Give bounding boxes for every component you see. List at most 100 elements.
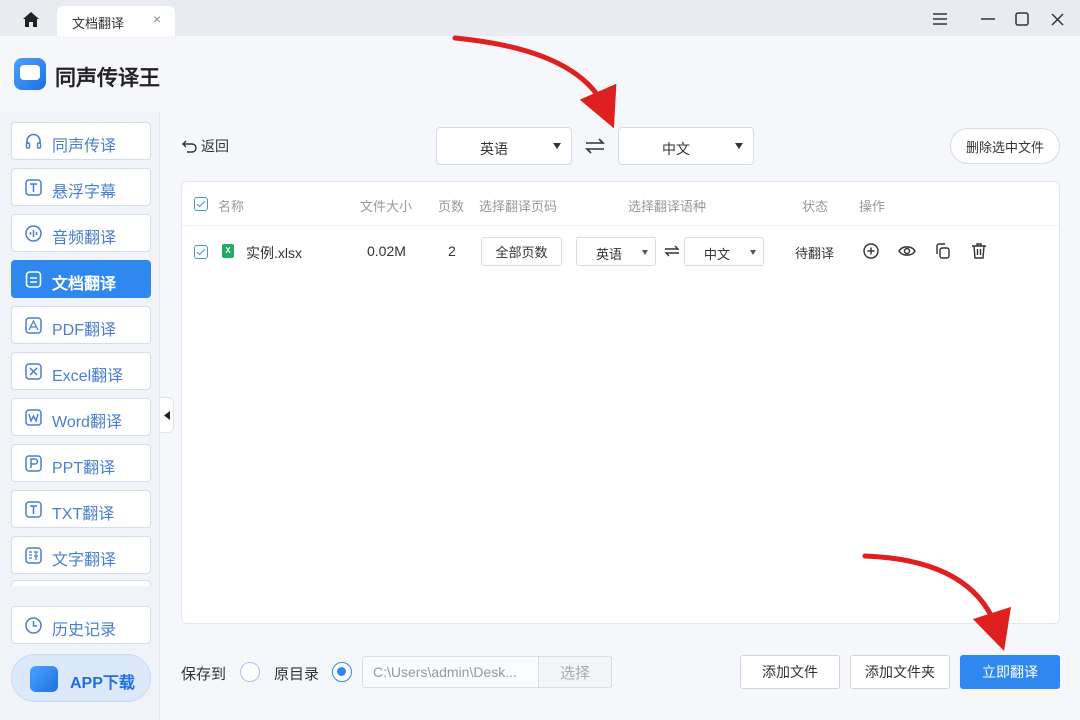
sidebar-item-label: PDF翻译 [52,322,117,339]
sidebar-item-document-translate[interactable]: 文档翻译 [11,260,151,298]
sidebar-item-label: 同声传译 [52,138,117,155]
header-size: 文件大小 [360,199,413,214]
translate-now-button[interactable]: 立即翻译 [960,655,1060,689]
sidebar-item-word-translate[interactable]: Word翻译 [11,398,151,436]
maximize-icon [1015,12,1029,26]
tab-close-icon[interactable]: × [153,11,161,27]
text-translate-icon [25,547,42,564]
add-folder-button[interactable]: 添加文件夹 [850,655,950,689]
excel-icon [25,363,42,380]
row-checkbox[interactable] [194,245,208,259]
sidebar-item-history[interactable]: 历史记录 [11,606,151,644]
sidebar-item-floating-subtitle[interactable]: 悬浮字幕 [11,168,151,206]
sidebar-item-excel-translate[interactable]: Excel翻译 [11,352,151,390]
pdf-icon [25,317,42,334]
chevron-left-icon [163,410,170,420]
header-select-language: 选择翻译语种 [628,199,707,214]
add-file-button[interactable]: 添加文件 [740,655,840,689]
app-download-button[interactable]: APP下载 [11,654,151,702]
copy-icon[interactable] [934,242,952,260]
sidebar: 同声传译 悬浮字幕 音频翻译 文档翻译 PDF翻译 Excel翻译 Word翻译… [0,112,160,720]
history-clock-icon [25,617,42,634]
home-icon [23,11,39,27]
file-list-panel: 名称 文件大小 页数 选择翻译页码 选择翻译语种 状态 操作 X 实例.xlsx… [181,181,1060,624]
sidebar-collapse-handle[interactable] [160,397,174,433]
app-download-logo-icon [30,666,58,692]
sidebar-item-label: 文字翻译 [52,552,117,569]
menu-button[interactable] [929,8,951,30]
row-target-language-select[interactable]: 中文 [684,237,764,266]
menu-icon [933,13,947,25]
row-source-language-select[interactable]: 英语 [576,237,656,266]
ppt-icon [25,455,42,472]
sidebar-item-audio-translate[interactable]: 音频翻译 [11,214,151,252]
caret-down-icon [735,143,743,149]
delete-selected-files-button[interactable]: 删除选中文件 [950,128,1060,164]
row-swap-languages-icon[interactable] [664,243,680,259]
tab-label: 文档翻译 [72,16,125,31]
preview-eye-icon[interactable] [898,242,916,260]
sidebar-item-label: 悬浮字幕 [52,184,117,201]
file-size: 0.02M [367,243,406,259]
word-icon [25,409,42,426]
header-select-pages: 选择翻译页码 [479,199,558,214]
file-name: 实例.xlsx [246,245,302,261]
table-header: 名称 文件大小 页数 选择翻译页码 选择翻译语种 状态 操作 [182,182,1059,226]
sidebar-item-pdf-translate[interactable]: PDF翻译 [11,306,151,344]
sidebar-item-text-translate[interactable]: 文字翻译 [11,536,151,574]
document-icon [25,271,42,288]
header-actions: 操作 [859,199,886,214]
close-icon [1050,12,1064,26]
app-title: 同声传译王 [55,67,160,90]
audio-wave-icon [25,225,42,242]
choose-folder-button[interactable]: 选择 [538,656,612,688]
sidebar-item-label: Word翻译 [52,414,122,431]
txt-icon [25,501,42,518]
maximize-button[interactable] [1011,8,1033,30]
sidebar-scroll-hint [11,580,151,586]
sidebar-item-txt-translate[interactable]: TXT翻译 [11,490,151,528]
page-range-button[interactable]: 全部页数 [481,237,562,266]
header-name: 名称 [218,199,245,214]
subtitle-icon [25,179,42,196]
add-circle-icon[interactable] [862,242,880,260]
target-language-value: 中文 [662,141,690,157]
file-pages: 2 [448,243,456,259]
header-pages: 页数 [438,199,465,214]
target-language-select[interactable]: 中文 [618,127,754,165]
home-button[interactable] [14,6,48,32]
caret-down-icon [642,250,648,255]
sidebar-item-label: Excel翻译 [52,368,124,385]
sidebar-item-label: 历史记录 [52,622,117,639]
save-to-label: 保存到 [181,666,227,683]
source-language-select[interactable]: 英语 [436,127,572,165]
minimize-button[interactable] [977,8,999,30]
select-all-checkbox[interactable] [194,197,208,211]
close-window-button[interactable] [1046,8,1068,30]
back-button[interactable]: 返回 [182,136,229,156]
trash-icon[interactable] [970,242,988,260]
app-header: 同声传译王 [0,36,1080,112]
caret-down-icon [750,250,756,255]
back-arrow-icon [182,140,197,153]
save-original-directory-radio[interactable] [332,662,352,682]
caret-down-icon [553,143,561,149]
excel-file-icon: X [222,244,234,258]
title-bar: 文档翻译 × [0,0,1080,36]
row-source-language-value: 英语 [595,247,622,262]
app-download-label: APP下载 [70,675,135,692]
app-logo-icon [14,58,46,90]
original-directory-label: 原目录 [274,666,320,683]
sidebar-item-ppt-translate[interactable]: PPT翻译 [11,444,151,482]
output-path-input[interactable]: C:\Users\admin\Desk... [362,656,538,688]
sidebar-item-label: 文档翻译 [52,276,117,293]
status-text: 待翻译 [795,246,835,261]
sidebar-item-simultaneous-interpretation[interactable]: 同声传译 [11,122,151,160]
source-language-value: 英语 [480,141,508,157]
sidebar-item-label: 音频翻译 [52,230,117,247]
save-custom-radio[interactable] [240,662,260,682]
table-row: X 实例.xlsx 0.02M 2 全部页数 英语 中文 待翻译 [182,226,1059,278]
sidebar-item-label: PPT翻译 [52,460,116,477]
tab-document-translate[interactable]: 文档翻译 × [57,6,175,36]
swap-languages-icon[interactable] [584,135,606,157]
